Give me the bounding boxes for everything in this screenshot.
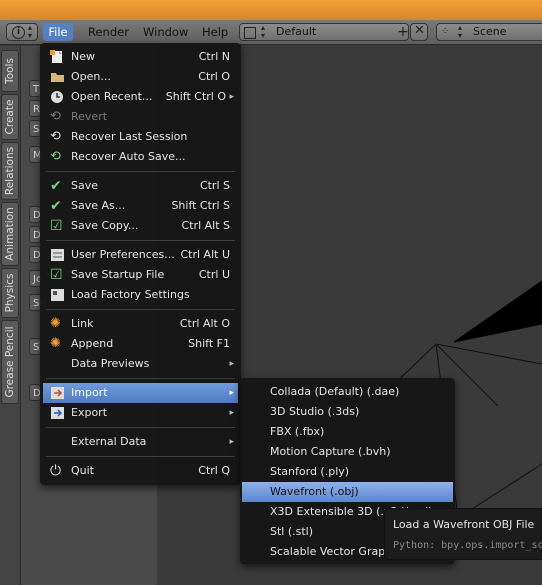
menu-item-open[interactable]: Open... Ctrl O bbox=[43, 67, 238, 87]
scene-selector[interactable]: ⁘ ▴ ▾ Scene bbox=[436, 23, 542, 41]
save-as-icon: ✔ bbox=[50, 198, 62, 214]
chevron-right-icon: ▸ bbox=[229, 437, 234, 447]
editor-type-button[interactable]: i ▴ ▾ bbox=[6, 23, 38, 41]
revert-icon: ⟲ bbox=[50, 109, 61, 124]
import-item-collada[interactable]: Collada (Default) (.dae) bbox=[242, 382, 453, 402]
menu-item-load-factory-settings[interactable]: Load Factory Settings bbox=[43, 285, 238, 305]
info-icon: i bbox=[12, 26, 25, 39]
tab-grease-pencil[interactable]: Grease Pencil bbox=[1, 320, 19, 404]
close-icon: ✕ bbox=[414, 23, 425, 38]
menu-item-save[interactable]: ✔ Save Ctrl S bbox=[43, 176, 238, 196]
folder-icon bbox=[50, 70, 65, 84]
menu-item-export[interactable]: Export ▸ bbox=[43, 403, 238, 423]
tooltip-python: Python: bpy.ops.import_scene.obj() bbox=[393, 540, 542, 551]
tooltip-title: Load a Wavefront OBJ File bbox=[393, 518, 535, 531]
export-icon bbox=[50, 406, 65, 420]
tab-animation[interactable]: Animation bbox=[1, 202, 19, 266]
menu-item-recover-auto-save[interactable]: ⟲ Recover Auto Save... bbox=[43, 147, 238, 167]
tab-relations[interactable]: Relations bbox=[1, 142, 19, 200]
chevron-right-icon: ▸ bbox=[229, 408, 234, 418]
add-layout-icon[interactable]: + bbox=[395, 24, 411, 40]
menu-item-data-previews[interactable]: Data Previews ▸ bbox=[43, 354, 238, 374]
save-startup-icon: ☑ bbox=[50, 267, 63, 283]
menu-help[interactable]: Help bbox=[202, 23, 228, 41]
tab-physics[interactable]: Physics bbox=[1, 268, 19, 318]
append-blend-icon: ✺ bbox=[50, 336, 61, 351]
menu-item-save-as[interactable]: ✔ Save As... Shift Ctrl S bbox=[43, 196, 238, 216]
menu-file[interactable]: File bbox=[43, 23, 73, 41]
menu-separator bbox=[46, 456, 235, 457]
chevron-updown-icon: ▴ ▾ bbox=[261, 23, 266, 40]
import-item-obj[interactable]: Wavefront (.obj) bbox=[242, 482, 453, 502]
menu-separator bbox=[46, 240, 235, 241]
menu-separator bbox=[46, 427, 235, 428]
layout-icon bbox=[244, 27, 256, 39]
menu-item-revert[interactable]: ⟲ Revert bbox=[43, 107, 238, 127]
menu-window[interactable]: Window bbox=[143, 23, 188, 41]
recover-auto-icon: ⟲ bbox=[50, 149, 61, 164]
menu-item-recover-last-session[interactable]: ⟲ Recover Last Session bbox=[43, 127, 238, 147]
file-menu: New Ctrl N Open... Ctrl O Open Recent... Sh… bbox=[40, 43, 241, 485]
menu-separator bbox=[46, 309, 235, 310]
menu-item-save-startup-file[interactable]: ☑ Save Startup File Ctrl U bbox=[43, 265, 238, 285]
preferences-icon bbox=[50, 248, 65, 262]
import-item-bvh[interactable]: Motion Capture (.bvh) bbox=[242, 442, 453, 462]
checkmark-icon: ✔ bbox=[50, 178, 62, 194]
menu-item-new[interactable]: New Ctrl N bbox=[43, 47, 238, 67]
menu-item-append[interactable]: ✺ Append Shift F1 bbox=[43, 334, 238, 354]
import-icon bbox=[50, 386, 65, 400]
menu-separator bbox=[46, 171, 235, 172]
scene-icon: ⁘ bbox=[441, 26, 450, 37]
operator-tooltip: Load a Wavefront OBJ File Python: bpy.op… bbox=[384, 508, 542, 560]
power-icon: ⏻ bbox=[50, 463, 62, 479]
chevron-updown-icon: ▴ ▾ bbox=[458, 23, 463, 40]
menu-item-external-data[interactable]: External Data ▸ bbox=[43, 432, 238, 452]
menu-item-quit[interactable]: ⏻ Quit Ctrl Q bbox=[43, 461, 238, 481]
menu-item-import[interactable]: Import ▸ bbox=[43, 383, 238, 403]
import-item-3ds[interactable]: 3D Studio (.3ds) bbox=[242, 402, 453, 422]
import-item-fbx[interactable]: FBX (.fbx) bbox=[242, 422, 453, 442]
recent-icon bbox=[50, 90, 65, 104]
screen-layout-selector[interactable]: ▴ ▾ Default + bbox=[239, 23, 409, 41]
menu-item-link[interactable]: ✺ Link Ctrl Alt O bbox=[43, 314, 238, 334]
delete-layout-button[interactable]: ✕ bbox=[410, 23, 428, 41]
factory-settings-icon bbox=[50, 288, 65, 302]
menu-separator bbox=[46, 378, 235, 379]
chevron-right-icon: ▸ bbox=[229, 359, 234, 369]
menu-item-user-preferences[interactable]: User Preferences... Ctrl Alt U bbox=[43, 245, 238, 265]
scene-name: Scene bbox=[473, 25, 507, 38]
chevron-right-icon: ▸ bbox=[229, 388, 234, 398]
chevron-right-icon: ▸ bbox=[229, 92, 234, 102]
tab-tools[interactable]: Tools bbox=[1, 50, 19, 92]
menu-item-open-recent[interactable]: Open Recent... Shift Ctrl O ▸ bbox=[43, 87, 238, 107]
window-title-strip bbox=[0, 0, 542, 20]
menu-render[interactable]: Render bbox=[88, 23, 129, 41]
link-blend-icon: ✺ bbox=[50, 316, 61, 331]
import-item-ply[interactable]: Stanford (.ply) bbox=[242, 462, 453, 482]
chevron-updown-icon: ▴ ▾ bbox=[28, 23, 33, 40]
toolshelf-tabs: Tools Create Relations Animation Physics… bbox=[0, 46, 21, 585]
layout-name: Default bbox=[276, 25, 317, 38]
save-copy-icon: ☑ bbox=[50, 218, 63, 234]
recover-icon: ⟲ bbox=[50, 129, 61, 144]
menu-item-save-copy[interactable]: ☑ Save Copy... Ctrl Alt S bbox=[43, 216, 238, 236]
tab-create[interactable]: Create bbox=[1, 94, 19, 140]
new-file-icon bbox=[50, 50, 65, 64]
